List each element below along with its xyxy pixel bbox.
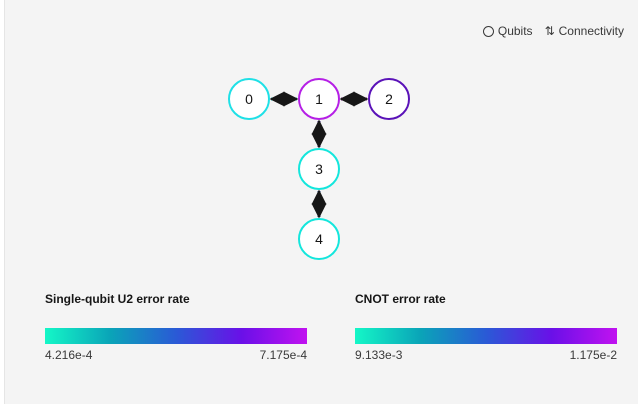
- qubit-node-0[interactable]: 0: [228, 78, 270, 120]
- single-qubit-gradient-bar: [45, 328, 307, 344]
- single-qubit-scale-title: Single-qubit U2 error rate: [45, 292, 190, 306]
- device-panel: Qubits ⇅ Connectivity 01234 Single-qubit…: [4, 0, 638, 404]
- cnot-max-value: 1.175e-2: [569, 348, 617, 362]
- cnot-error-scale: CNOT error rate 9.133e-3 1.175e-2: [355, 292, 617, 362]
- qubit-label: 1: [315, 91, 323, 107]
- single-qubit-max-value: 7.175e-4: [259, 348, 307, 362]
- qubit-label: 0: [245, 91, 253, 107]
- qubit-topology-map: 0 1 2 3 4: [228, 78, 410, 260]
- cnot-min-value: 9.133e-3: [355, 348, 403, 362]
- qubit-label: 4: [315, 231, 323, 247]
- qubit-node-1[interactable]: 1: [298, 78, 340, 120]
- qubit-label: 2: [385, 91, 393, 107]
- qubit-node-3[interactable]: 3: [298, 148, 340, 190]
- cnot-gradient-bar: [355, 328, 617, 344]
- qubit-node-4[interactable]: 4: [298, 218, 340, 260]
- cnot-scale-title: CNOT error rate: [355, 292, 446, 306]
- single-qubit-error-scale: Single-qubit U2 error rate 4.216e-4 7.17…: [45, 292, 307, 362]
- qubit-node-2[interactable]: 2: [368, 78, 410, 120]
- single-qubit-min-value: 4.216e-4: [45, 348, 93, 362]
- qubit-label: 3: [315, 161, 323, 177]
